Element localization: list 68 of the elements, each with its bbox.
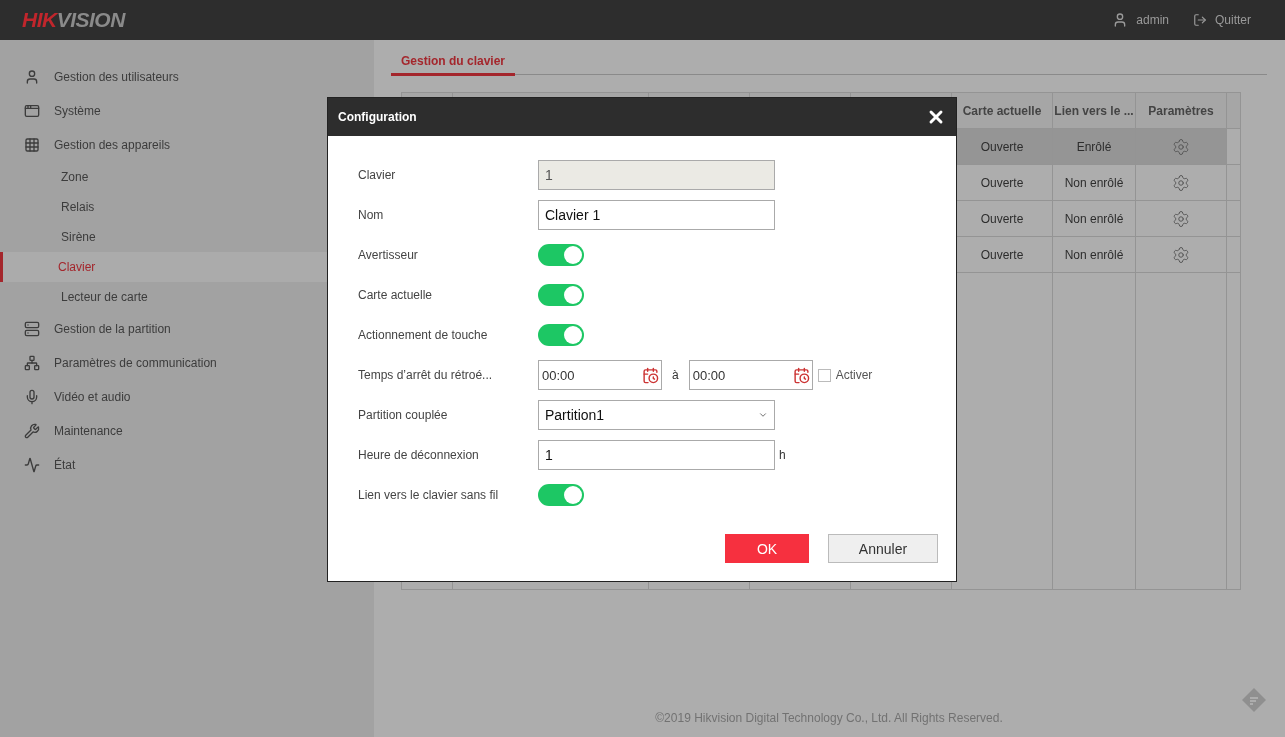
sidebar-subitem[interactable]: Zone — [0, 162, 327, 192]
table-cell: Enrôlé — [1053, 129, 1136, 165]
field-label: Actionnement de touche — [358, 328, 489, 342]
pulse-icon — [24, 457, 40, 473]
sidebar-item[interactable]: Vidéo et audio — [0, 380, 327, 414]
sidebar-subitem[interactable]: Relais — [0, 192, 327, 222]
field-label: Partition couplée — [358, 408, 449, 422]
sidebar-item[interactable]: Système — [0, 94, 327, 128]
input-field[interactable]: 1 — [538, 440, 775, 470]
separator-text: à — [672, 368, 679, 382]
user-icon — [24, 69, 40, 85]
sidebar-item[interactable]: Gestion des utilisateurs — [0, 60, 327, 94]
window-icon — [24, 103, 40, 119]
logout-link[interactable]: Quitter — [1193, 13, 1251, 27]
logout-icon — [1193, 13, 1207, 27]
wrench-icon — [24, 423, 40, 439]
input-field[interactable]: 1 — [538, 160, 775, 190]
toggle-switch[interactable] — [538, 484, 584, 506]
unit-text: h — [779, 448, 786, 462]
sidebar-item[interactable]: Maintenance — [0, 414, 327, 448]
time-field[interactable]: 00:00 — [688, 360, 813, 390]
brand-logo: HIKVISION — [22, 8, 127, 32]
field-label: Avertisseur — [358, 248, 419, 262]
microphone-icon — [24, 389, 40, 405]
checkbox-label: Activer — [835, 368, 873, 382]
settings-icon[interactable] — [1172, 173, 1190, 192]
field-label: Clavier — [358, 168, 397, 182]
sidebar-item[interactable]: Gestion de la partition — [0, 312, 327, 346]
settings-icon[interactable] — [1172, 209, 1190, 228]
calendar-icon[interactable] — [792, 366, 810, 384]
field-label: Heure de déconnexion — [358, 448, 480, 462]
caret-icon — [758, 410, 768, 420]
toggle-switch[interactable] — [538, 284, 584, 306]
toggle-switch[interactable] — [538, 244, 584, 266]
dropdown[interactable]: Partition1 — [538, 400, 775, 430]
sidebar-subitem[interactable]: Clavier — [0, 252, 327, 282]
tab[interactable]: Gestion du clavier — [391, 48, 516, 76]
field-label: Carte actuelle — [358, 288, 434, 302]
dialog-title: Configuration — [338, 110, 418, 124]
sidebar-item[interactable]: Gestion des appareils — [0, 128, 327, 162]
ok-button[interactable]: OK — [725, 534, 809, 563]
sidebar-subitem[interactable]: Sirène — [0, 222, 327, 252]
column-header: Lien vers le ... — [1053, 93, 1136, 129]
copyright-text: ©2019 Hikvision Digital Technology Co., Ltd. All Rights Reserved. — [654, 711, 1004, 727]
feedback-icon[interactable] — [1241, 687, 1267, 713]
table-cell: Non enrôlé — [1053, 165, 1136, 201]
sidebar-subitem[interactable]: Lecteur de carte — [0, 282, 327, 312]
toggle-switch[interactable] — [538, 324, 584, 346]
server-icon — [24, 321, 40, 337]
sidebar-item[interactable]: État — [0, 448, 327, 482]
network-icon — [24, 355, 40, 371]
checkbox[interactable] — [817, 368, 831, 382]
field-label: Lien vers le clavier sans fil — [358, 488, 500, 502]
time-field[interactable]: 00:00 — [538, 360, 662, 390]
settings-icon[interactable] — [1172, 245, 1190, 264]
table-cell: Non enrôlé — [1053, 237, 1136, 273]
field-label: Temps d’arrêt du rétroé... — [358, 368, 494, 382]
table-cell: Non enrôlé — [1053, 201, 1136, 237]
sidebar-item[interactable]: Paramètres de communication — [0, 346, 327, 380]
calendar-icon[interactable] — [642, 366, 659, 384]
column-header: Paramètres — [1136, 93, 1227, 129]
field-label: Nom — [358, 208, 385, 222]
settings-icon[interactable] — [1172, 137, 1190, 156]
user-link[interactable]: admin — [1112, 12, 1169, 28]
cancel-button[interactable]: Annuler — [828, 534, 938, 563]
input-field[interactable]: Clavier 1 — [538, 200, 775, 230]
grid-icon — [24, 137, 40, 153]
column-header: Carte actuelle — [952, 93, 1053, 129]
